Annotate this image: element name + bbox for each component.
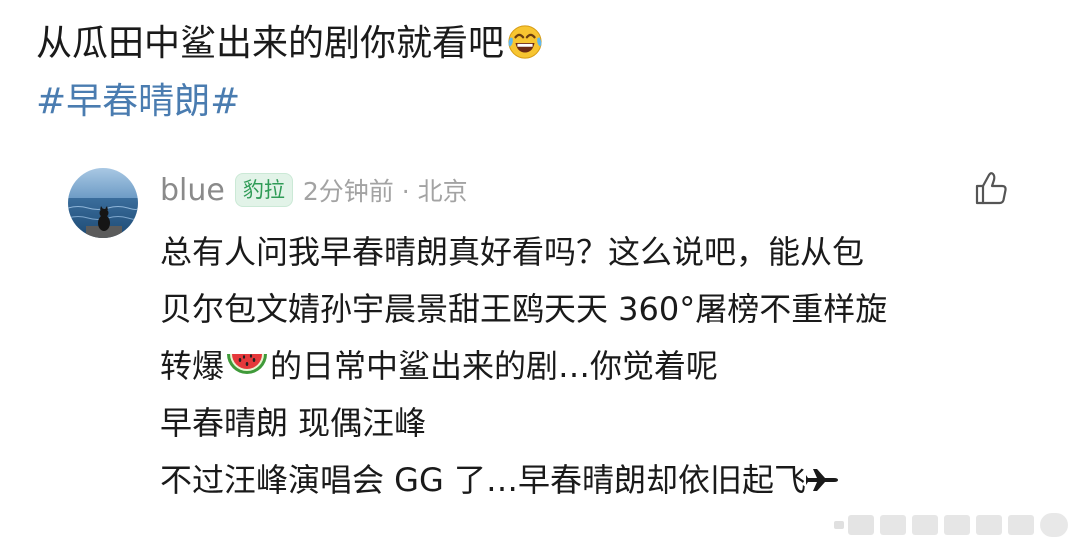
post-title: 从瓜田中鲨出来的剧你就看吧	[36, 18, 544, 70]
comment-line: 贝尔包文婧孙宇晨景甜王鸥天天 360°屠榜不重样旋	[160, 290, 888, 328]
comment-meta: 2分钟前 · 北京	[302, 177, 468, 206]
avatar-image	[68, 168, 138, 238]
comment-line: 不过汪峰演唱会 GG 了…早春晴朗却依旧起飞	[160, 452, 1020, 509]
airplane-icon	[805, 469, 838, 491]
user-badge: 豹拉	[234, 173, 293, 207]
watermark	[834, 513, 1068, 537]
username-link[interactable]: blue	[160, 173, 225, 208]
comment-body: 总有人问我早春晴朗真好看吗？这么说吧，能从包 贝尔包文婧孙宇晨景甜王鸥天天 36…	[160, 224, 1020, 509]
watermelon-icon	[227, 354, 268, 374]
post-title-text: 从瓜田中鲨出来的剧你就看吧	[36, 23, 505, 64]
laughing-tears-icon	[508, 25, 542, 59]
comment-line: 总有人问我早春晴朗真好看吗？这么说吧，能从包	[160, 233, 865, 271]
comment-line-part: 转爆	[160, 347, 225, 385]
hashtag-link[interactable]: #早春晴朗#	[36, 76, 240, 128]
thumbs-up-icon[interactable]	[972, 168, 1012, 208]
comment-card: blue 豹拉 2分钟前 · 北京 总有人问我早春晴朗真好看吗？这么说吧，能从包…	[68, 166, 1028, 526]
comment-header: blue 豹拉 2分钟前 · 北京	[160, 168, 468, 212]
avatar[interactable]	[68, 168, 138, 238]
comment-line: 转爆 的日常中鲨出来的剧…你觉着呢	[160, 338, 1020, 395]
comment-line: 早春晴朗 现偶汪峰	[160, 404, 427, 442]
comment-line-part: 不过汪峰演唱会 GG 了…早春晴朗却依旧起飞	[160, 461, 806, 499]
comment-line-part: 的日常中鲨出来的剧…你觉着呢	[270, 347, 719, 385]
